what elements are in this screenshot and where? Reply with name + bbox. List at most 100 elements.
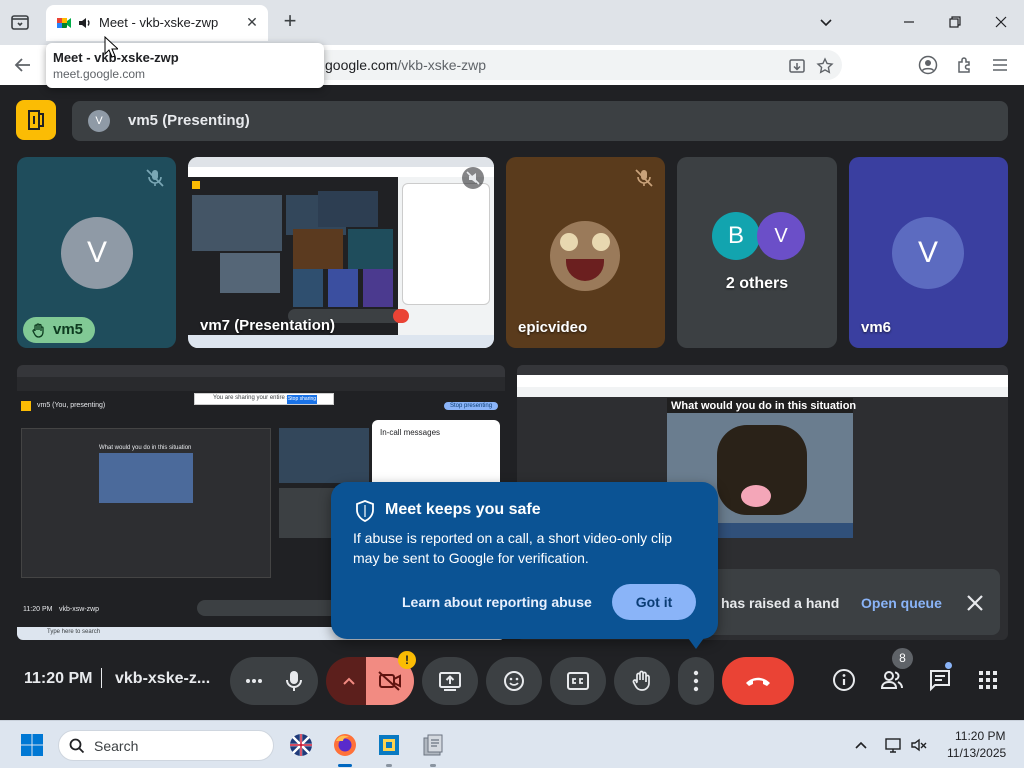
mock-thumb-3 — [318, 191, 378, 227]
windows-taskbar: Search 11:20 PM 11/13/2025 — [0, 720, 1024, 768]
participant-tile-epicvideo[interactable]: epicvideo — [506, 157, 665, 348]
meet-keeps-you-safe-dialog: Meet keeps you safe If abuse is reported… — [331, 482, 718, 649]
close-notification-icon[interactable] — [965, 593, 985, 613]
search-icon — [69, 738, 85, 754]
mock-addressbar — [188, 167, 494, 177]
volume-muted-icon[interactable] — [910, 736, 928, 754]
presentation-layout-button[interactable] — [16, 100, 56, 140]
participant-name: vm6 — [861, 319, 892, 336]
raised-hand-notification: has raised a hand Open queue — [700, 569, 1000, 635]
mock-sharing-banner: You are sharing your entire screen Stop … — [194, 393, 334, 405]
mock-presenting-bar: vm5 (You, presenting) — [37, 402, 106, 409]
more-options-button[interactable] — [678, 657, 714, 705]
extensions-puzzle-icon[interactable] — [955, 55, 975, 75]
camera-warning-icon: ! — [398, 651, 416, 669]
participant-tile-others[interactable]: B V 2 others — [677, 157, 837, 348]
taskbar-search-box[interactable]: Search — [58, 730, 274, 761]
mock-yellow-btn — [21, 401, 31, 411]
browser-tab-strip: Meet - vkb-xske-zwp ✕ + — [0, 0, 1024, 45]
smiley-icon — [504, 671, 524, 691]
open-queue-link[interactable]: Open queue — [861, 595, 942, 611]
profile-avatar-icon[interactable] — [918, 55, 938, 75]
taskbar-clock-date[interactable]: 11/13/2025 — [947, 746, 1006, 760]
tab-close-icon[interactable]: ✕ — [244, 14, 260, 30]
mock-taskbar-search: Type here to search — [47, 629, 101, 635]
participant-tile-vm6[interactable]: V vm6 — [849, 157, 1008, 348]
meeting-time: 11:20 PM — [24, 670, 93, 687]
raised-hand-text: has raised a hand — [721, 595, 840, 611]
participant-avatar: V — [61, 217, 133, 289]
virtualbox-icon[interactable] — [376, 732, 402, 758]
participant-tile-vm7-presentation[interactable]: vm7 (Presentation) — [188, 157, 494, 348]
mock-dog-frame — [99, 453, 193, 503]
captions-button[interactable] — [550, 657, 606, 705]
mock-yellow-btn — [192, 181, 200, 189]
participant-name: epicvideo — [518, 319, 588, 336]
raised-hand-icon — [32, 323, 44, 338]
presenting-banner[interactable]: V vm5 (Presenting) — [72, 101, 1008, 141]
chevron-up-icon[interactable] — [342, 676, 356, 686]
url-text: google.com/vkb-xske-zwp — [325, 57, 487, 73]
new-tab-plus-icon[interactable]: + — [280, 10, 300, 32]
meet-stage: V vm5 (Presenting) V vm5 vm7 (Presentati… — [0, 85, 1024, 720]
mock-addressbar — [517, 375, 1008, 387]
mock-tile-e — [363, 269, 393, 307]
more-audio-options-icon[interactable] — [245, 678, 263, 684]
show-hidden-icons-chevron-icon[interactable] — [852, 736, 870, 754]
dialog-title: Meet keeps you safe — [385, 501, 541, 518]
mock-code: vkb-xsw-zwp — [59, 606, 100, 613]
network-icon[interactable] — [884, 736, 902, 754]
present-screen-icon — [439, 672, 461, 691]
participant-tile-vm5[interactable]: V vm5 — [17, 157, 176, 348]
learn-reporting-abuse-link[interactable]: Learn about reporting abuse — [402, 594, 592, 610]
firefox-icon[interactable] — [332, 732, 358, 758]
tab-search-icon[interactable] — [8, 10, 32, 34]
participant-name: vm5 — [53, 321, 84, 338]
hand-raised-pill: vm5 — [23, 317, 95, 343]
install-app-icon[interactable] — [788, 57, 806, 75]
tab-dropdown-chevron-icon[interactable] — [812, 8, 840, 36]
running-app-indicator — [386, 764, 392, 767]
menu-hamburger-icon[interactable] — [990, 55, 1010, 75]
raise-hand-button[interactable] — [614, 657, 670, 705]
meeting-code[interactable]: vkb-xske-z... — [115, 670, 210, 688]
leave-call-button[interactable] — [722, 657, 794, 705]
file-manager-icon[interactable] — [420, 732, 446, 758]
others-count-label: 2 others — [725, 275, 789, 292]
mock-dog-frame — [220, 253, 280, 293]
activities-grid-icon[interactable] — [976, 668, 1000, 692]
tab-hover-tooltip: Meet - vkb-xske-zwp meet.google.com — [46, 43, 324, 88]
more-vertical-icon — [693, 670, 699, 692]
mock-tabbar — [188, 157, 494, 167]
taskbar-clock-time[interactable]: 11:20 PM — [955, 729, 1005, 743]
mock-tabbar — [517, 365, 1008, 375]
divider — [101, 668, 102, 688]
meet-favicon-icon — [56, 15, 72, 31]
windows-start-icon[interactable] — [20, 733, 44, 757]
active-app-indicator — [338, 764, 352, 767]
window-close-icon[interactable] — [987, 8, 1015, 36]
reactions-button[interactable] — [486, 657, 542, 705]
window-minimize-icon[interactable] — [895, 8, 923, 36]
present-screen-button[interactable] — [422, 657, 478, 705]
mic-group-button[interactable] — [230, 657, 318, 705]
got-it-button[interactable]: Got it — [612, 584, 696, 620]
mock-tile-d — [328, 269, 358, 307]
tab-audio-playing-icon[interactable] — [77, 15, 93, 31]
others-avatar-v: V — [757, 212, 805, 260]
bookmark-star-icon[interactable] — [816, 57, 834, 75]
mock-addressbar — [17, 377, 505, 391]
people-icon[interactable] — [880, 668, 904, 692]
meeting-details-info-icon[interactable] — [832, 668, 856, 692]
mock-chat-title: In-call messages — [380, 428, 441, 437]
presenter-avatar: V — [88, 110, 110, 132]
window-restore-icon[interactable] — [941, 8, 969, 36]
mock-caption: What would you do in this situation — [671, 400, 857, 412]
browser-tab-meet[interactable]: Meet - vkb-xske-zwp ✕ — [46, 5, 268, 41]
microphone-icon[interactable] — [284, 669, 304, 693]
closed-captions-icon — [567, 672, 589, 690]
news-widget-icon[interactable] — [288, 732, 314, 758]
back-arrow-icon[interactable] — [12, 54, 34, 76]
chat-icon[interactable] — [928, 668, 952, 692]
hand-icon — [632, 670, 650, 691]
